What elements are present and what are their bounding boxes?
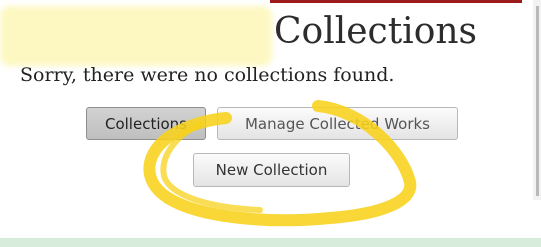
- top-accent-bar: [270, 0, 522, 3]
- collections-button[interactable]: Collections: [86, 107, 206, 140]
- page-title: Collections: [274, 11, 478, 52]
- manage-collected-works-button[interactable]: Manage Collected Works: [217, 107, 458, 140]
- footer-strip: [0, 238, 541, 247]
- collections-button-label: Collections: [104, 114, 187, 133]
- new-collection-button[interactable]: New Collection: [193, 153, 350, 187]
- empty-collections-message: Sorry, there were no collections found.: [20, 64, 395, 86]
- redaction-highlight: [0, 6, 272, 66]
- scrollbar-thumb[interactable]: [536, 6, 539, 196]
- new-collection-label: New Collection: [215, 161, 328, 179]
- manage-collected-works-label: Manage Collected Works: [244, 114, 430, 133]
